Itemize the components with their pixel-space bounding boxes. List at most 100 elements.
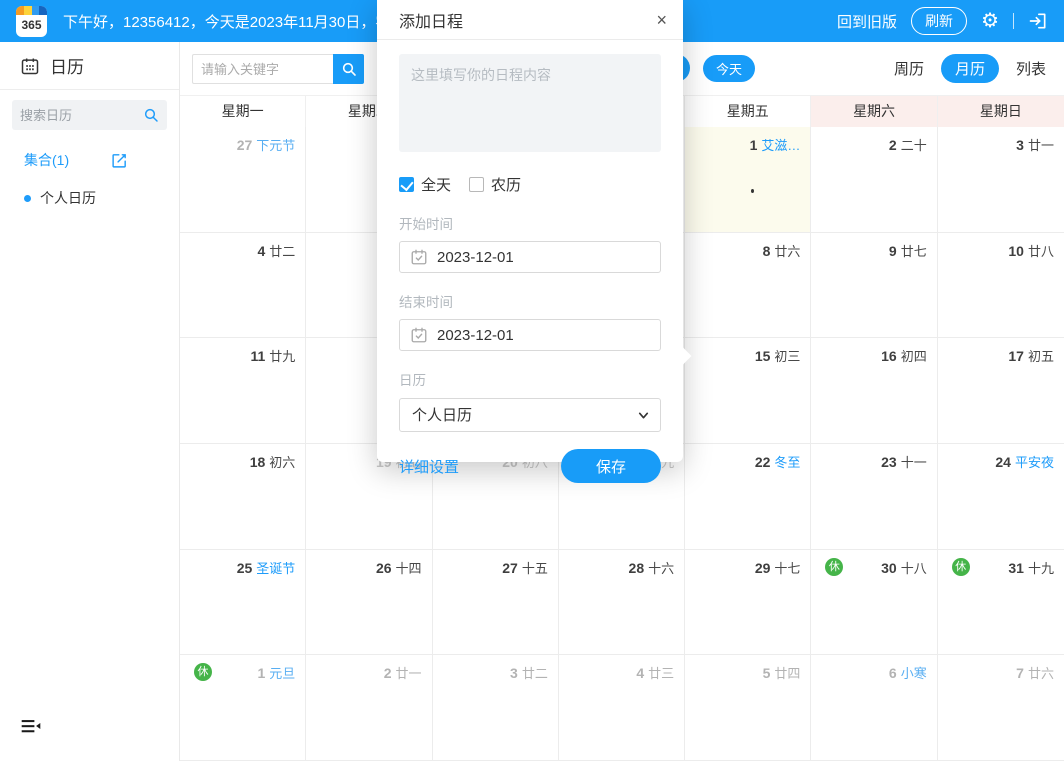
festival-link[interactable]: 下元节 xyxy=(256,135,295,154)
lunar-checkbox-box[interactable] xyxy=(469,177,484,192)
today-button[interactable]: 今天 xyxy=(703,55,755,82)
close-icon[interactable]: × xyxy=(656,11,667,29)
day-number: 23 xyxy=(881,454,897,470)
schedule-content-textarea[interactable] xyxy=(399,54,661,152)
day-cell[interactable]: 29十七 xyxy=(685,550,811,656)
date-label: 31十九 xyxy=(1008,558,1054,577)
day-number: 17 xyxy=(1008,348,1024,364)
day-number: 3 xyxy=(510,665,518,681)
day-number: 18 xyxy=(250,454,266,470)
calendar-select[interactable]: 个人日历 xyxy=(399,398,661,432)
day-number: 16 xyxy=(881,348,897,364)
day-cell[interactable]: 17初五 xyxy=(938,338,1064,444)
calendar-date-icon xyxy=(410,326,428,344)
day-number: 7 xyxy=(1016,665,1024,681)
day-cell[interactable]: 3廿一 xyxy=(938,127,1064,233)
all-day-checkbox-box[interactable] xyxy=(399,177,414,192)
lunar-text: 廿九 xyxy=(269,346,295,365)
day-cell[interactable]: 22冬至 xyxy=(685,444,811,550)
end-time-input[interactable] xyxy=(437,327,650,344)
day-cell[interactable]: 7廿六 xyxy=(938,655,1064,761)
festival-link[interactable]: 圣诞节 xyxy=(256,558,295,577)
day-cell[interactable]: 休31十九 xyxy=(938,550,1064,656)
day-cell[interactable]: 休 1元旦 xyxy=(180,655,306,761)
lunar-text: 初四 xyxy=(901,346,927,365)
start-time-input[interactable] xyxy=(437,249,650,266)
date-label: 24平安夜 xyxy=(995,452,1054,471)
day-number: 30 xyxy=(881,560,897,576)
lunar-text: 十五 xyxy=(522,558,548,577)
sidebar-search-input[interactable] xyxy=(20,108,143,123)
day-cell[interactable]: 27下元节 xyxy=(180,127,306,233)
view-week[interactable]: 周历 xyxy=(892,54,926,83)
date-label: 9廿七 xyxy=(889,241,927,260)
day-cell[interactable]: 15初三 xyxy=(685,338,811,444)
day-cell[interactable]: 9廿七 xyxy=(811,233,937,339)
keyword-search-input[interactable] xyxy=(192,54,333,84)
lunar-text: 初五 xyxy=(1028,346,1054,365)
rest-day-badge: 休 xyxy=(194,663,212,681)
day-cell[interactable]: 25圣诞节 xyxy=(180,550,306,656)
day-number: 28 xyxy=(629,560,645,576)
day-cell[interactable]: 11廿九 xyxy=(180,338,306,444)
date-label: 11廿九 xyxy=(250,346,295,365)
day-cell[interactable]: 休30十八 xyxy=(811,550,937,656)
day-number: 1 xyxy=(257,665,265,681)
day-number: 27 xyxy=(237,137,253,153)
date-label: 10廿八 xyxy=(1008,241,1054,260)
sidebar-item-personal-calendar[interactable]: 个人日历 xyxy=(0,188,179,208)
calendar-item-label: 个人日历 xyxy=(40,188,96,208)
day-cell[interactable]: 27十五 xyxy=(433,550,559,656)
lunar-text: 二十 xyxy=(901,135,927,154)
day-cell[interactable]: 3廿二 xyxy=(433,655,559,761)
date-label: 6小寒 xyxy=(889,663,927,682)
day-number: 5 xyxy=(763,665,771,681)
day-cell[interactable]: 23十一 xyxy=(811,444,937,550)
festival-link[interactable]: 艾滋… xyxy=(761,135,800,154)
festival-link[interactable]: 元旦 xyxy=(269,663,295,682)
lunar-checkbox[interactable]: 农历 xyxy=(469,174,521,195)
date-label: 27十五 xyxy=(502,558,548,577)
day-cell[interactable]: 10廿八 xyxy=(938,233,1064,339)
day-cell[interactable]: 26十四 xyxy=(306,550,432,656)
view-month[interactable]: 月历 xyxy=(941,54,999,83)
settings-gear-icon[interactable]: ⚙ xyxy=(981,11,999,31)
date-label: 15初三 xyxy=(755,346,801,365)
refresh-button[interactable]: 刷新 xyxy=(911,7,967,35)
all-day-checkbox[interactable]: 全天 xyxy=(399,174,451,195)
back-to-old-version-link[interactable]: 回到旧版 xyxy=(837,11,897,32)
day-cell[interactable]: 6小寒 xyxy=(811,655,937,761)
lunar-text: 廿二 xyxy=(522,663,548,682)
day-cell[interactable]: 18初六 xyxy=(180,444,306,550)
day-cell[interactable]: 5廿四 xyxy=(685,655,811,761)
date-label: 27下元节 xyxy=(237,135,296,154)
day-cell[interactable]: 24平安夜 xyxy=(938,444,1064,550)
keyword-search-button[interactable] xyxy=(333,54,364,84)
day-cell[interactable]: 4廿二 xyxy=(180,233,306,339)
start-time-field[interactable] xyxy=(399,241,661,273)
day-cell[interactable]: 4廿三 xyxy=(559,655,685,761)
date-label: 29十七 xyxy=(755,558,801,577)
festival-link[interactable]: 小寒 xyxy=(901,663,927,682)
date-label: 28十六 xyxy=(629,558,675,577)
festival-link[interactable]: 平安夜 xyxy=(1015,452,1054,471)
date-label: 7廿六 xyxy=(1016,663,1054,682)
save-button[interactable]: 保存 xyxy=(561,449,661,483)
day-cell[interactable]: 16初四 xyxy=(811,338,937,444)
sidebar-search-icon[interactable] xyxy=(143,107,159,123)
logout-icon[interactable] xyxy=(1028,11,1048,31)
collapse-sidebar-icon[interactable] xyxy=(20,717,42,735)
festival-link[interactable]: 冬至 xyxy=(774,452,800,471)
day-cell[interactable]: 8廿六 xyxy=(685,233,811,339)
dow-header-4: 星期五 xyxy=(685,96,811,128)
day-number: 6 xyxy=(889,665,897,681)
edit-calendar-icon[interactable] xyxy=(111,152,128,169)
detail-settings-link[interactable]: 详细设置 xyxy=(399,456,459,477)
end-time-field[interactable] xyxy=(399,319,661,351)
day-cell[interactable]: 2二十 xyxy=(811,127,937,233)
day-cell[interactable]: 1艾滋… xyxy=(685,127,811,233)
view-list[interactable]: 列表 xyxy=(1014,54,1048,83)
collection-label[interactable]: 集合(1) xyxy=(24,150,69,170)
day-cell[interactable]: 28十六 xyxy=(559,550,685,656)
day-cell[interactable]: 2廿一 xyxy=(306,655,432,761)
